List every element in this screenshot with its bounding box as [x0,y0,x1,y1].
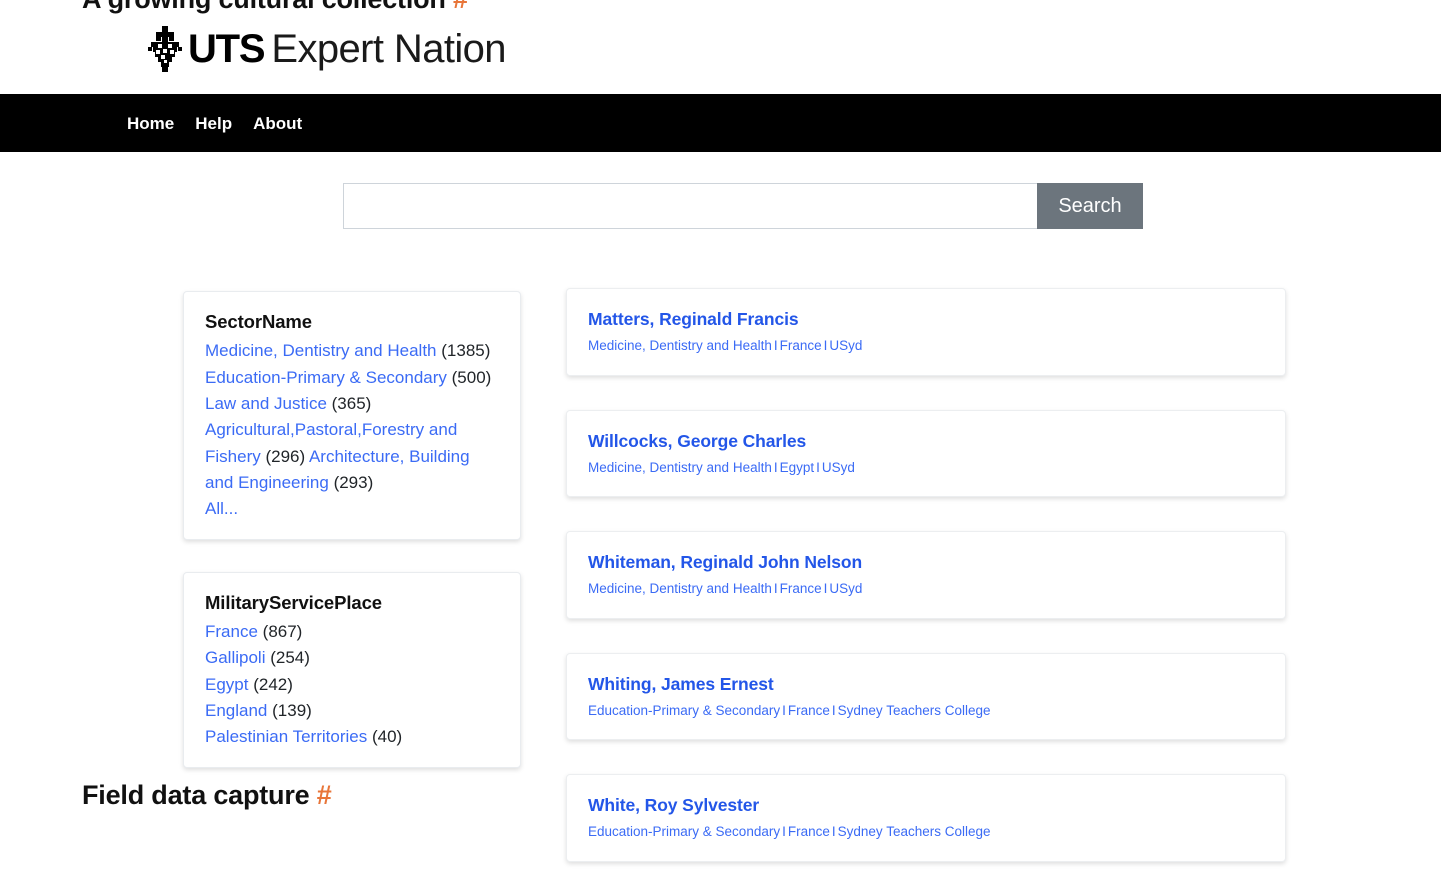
main-navbar: Home Help About [0,94,1441,152]
meta-separator: I [831,702,836,718]
facet-link[interactable]: Palestinian Territories [205,727,367,746]
facet-list: France (867) Gallipoli (254) Egypt (242)… [205,619,499,751]
result-card[interactable]: Willcocks, George Charles Medicine, Dent… [566,409,1286,498]
facet-item: Gallipoli (254) [205,648,310,667]
facet-panel-militaryserviceplace: MilitaryServicePlace France (867) Gallip… [183,571,521,768]
hash-anchor-icon: # [316,780,332,810]
result-place-link[interactable]: Egypt [780,460,815,475]
result-place-link[interactable]: France [788,824,830,839]
search-input[interactable] [343,183,1037,229]
result-institution-link[interactable]: USyd [829,338,862,353]
meta-separator: I [782,824,786,840]
meta-separator: I [782,702,786,718]
facet-item: Medicine, Dentistry and Health (1385) [205,341,490,360]
result-institution-link[interactable]: Sydney Teachers College [838,703,991,718]
facet-count: (139) [272,700,312,720]
facet-title: MilitaryServicePlace [205,591,382,613]
meta-separator: I [816,459,820,475]
result-meta: Medicine, Dentistry and Health I France I US… [588,580,1264,598]
nav-item-about[interactable]: About [253,115,302,132]
clipped-heading-bottom: Field data capture # [0,780,1441,811]
facet-count: (293) [333,472,374,492]
result-sector-link[interactable]: Medicine, Dentistry and Health [588,338,772,353]
result-place-link[interactable]: France [788,703,830,718]
result-meta: Education-Primary & Secondary I France I Syd… [588,823,1264,841]
result-name-link[interactable]: Willcocks, George Charles [588,431,1264,452]
result-institution-link[interactable]: USyd [822,460,855,475]
clipped-heading-top: A growing cultural collection # [0,0,1441,15]
result-place-link[interactable]: France [780,338,822,353]
facet-link[interactable]: Egypt [205,675,248,694]
facet-show-all-link[interactable]: All... [205,496,499,522]
result-name-link[interactable]: Whiteman, Reginald John Nelson [588,552,1264,573]
nav-item-home[interactable]: Home [127,115,174,132]
result-sector-link[interactable]: Education-Primary & Secondary [588,703,780,718]
facet-item: Law and Justice (365) [205,394,371,413]
facet-item: Education-Primary & Secondary (500) [205,368,491,387]
facet-link[interactable]: England [205,701,267,720]
search-bar: Search [343,183,1143,229]
facet-count: (867) [262,621,303,641]
facet-sidebar: SectorName Medicine, Dentistry and Healt… [183,291,521,800]
facet-link[interactable]: Medicine, Dentistry and Health [205,341,437,360]
facet-link[interactable]: France [205,622,258,641]
facet-item: France (867) [205,622,302,641]
result-card[interactable]: Matters, Reginald Francis Medicine, Dent… [566,288,1286,376]
site-brand[interactable]: UTS Expert Nation [0,16,1441,82]
result-place-link[interactable]: France [780,581,822,596]
result-sector-link[interactable]: Education-Primary & Secondary [588,824,780,839]
facet-count: (242) [253,674,293,694]
facet-panel-sectorname: SectorName Medicine, Dentistry and Healt… [183,291,521,540]
hash-anchor-icon: # [453,0,468,14]
result-meta: Education-Primary & Secondary I France I Syd… [588,702,1264,720]
facet-item: Egypt (242) [205,675,293,694]
result-sector-link[interactable]: Medicine, Dentistry and Health [588,460,772,475]
brand-uts-text: UTS [188,27,266,71]
meta-separator: I [773,338,778,353]
result-name-link[interactable]: Whiting, James Ernest [588,674,1264,695]
result-meta: Medicine, Dentistry and Health I France I US… [588,337,1264,355]
facet-count: (40) [371,727,403,747]
facet-count: (500) [451,367,492,387]
result-sector-link[interactable]: Medicine, Dentistry and Health [588,581,772,596]
result-institution-link[interactable]: Sydney Teachers College [838,824,991,839]
facet-item: England (139) [205,701,312,720]
result-institution-link[interactable]: USyd [829,581,862,596]
meta-separator: I [773,459,778,475]
facet-count: (296) [265,446,306,466]
facet-list: Medicine, Dentistry and Health (1385) Ed… [205,338,499,496]
nav-item-help[interactable]: Help [195,115,232,132]
result-card[interactable]: Whiting, James Ernest Education-Primary … [566,652,1286,741]
result-meta: Medicine, Dentistry and Health I Egypt I USy… [588,459,1264,477]
brand-title-text: Expert Nation [271,27,506,71]
facet-link[interactable]: Gallipoli [205,648,265,667]
meta-separator: I [773,581,778,597]
facet-count: (254) [270,648,310,668]
facet-link[interactable]: Law and Justice [205,394,327,413]
search-button[interactable]: Search [1037,183,1143,229]
facet-link[interactable]: Education-Primary & Secondary [205,368,447,387]
uts-diamond-mark-icon [148,26,182,72]
facet-count: (365) [331,393,372,413]
result-card[interactable]: Whiteman, Reginald John Nelson Medicine,… [566,531,1286,619]
clipped-heading-bottom-text: Field data capture [82,780,310,810]
result-name-link[interactable]: Matters, Reginald Francis [588,309,1264,330]
facet-title: SectorName [205,311,312,332]
clipped-heading-top-text: A growing cultural collection [82,0,446,14]
facet-count: (1385) [441,341,491,361]
facet-item: Palestinian Territories (40) [205,727,402,746]
meta-separator: I [831,824,836,840]
